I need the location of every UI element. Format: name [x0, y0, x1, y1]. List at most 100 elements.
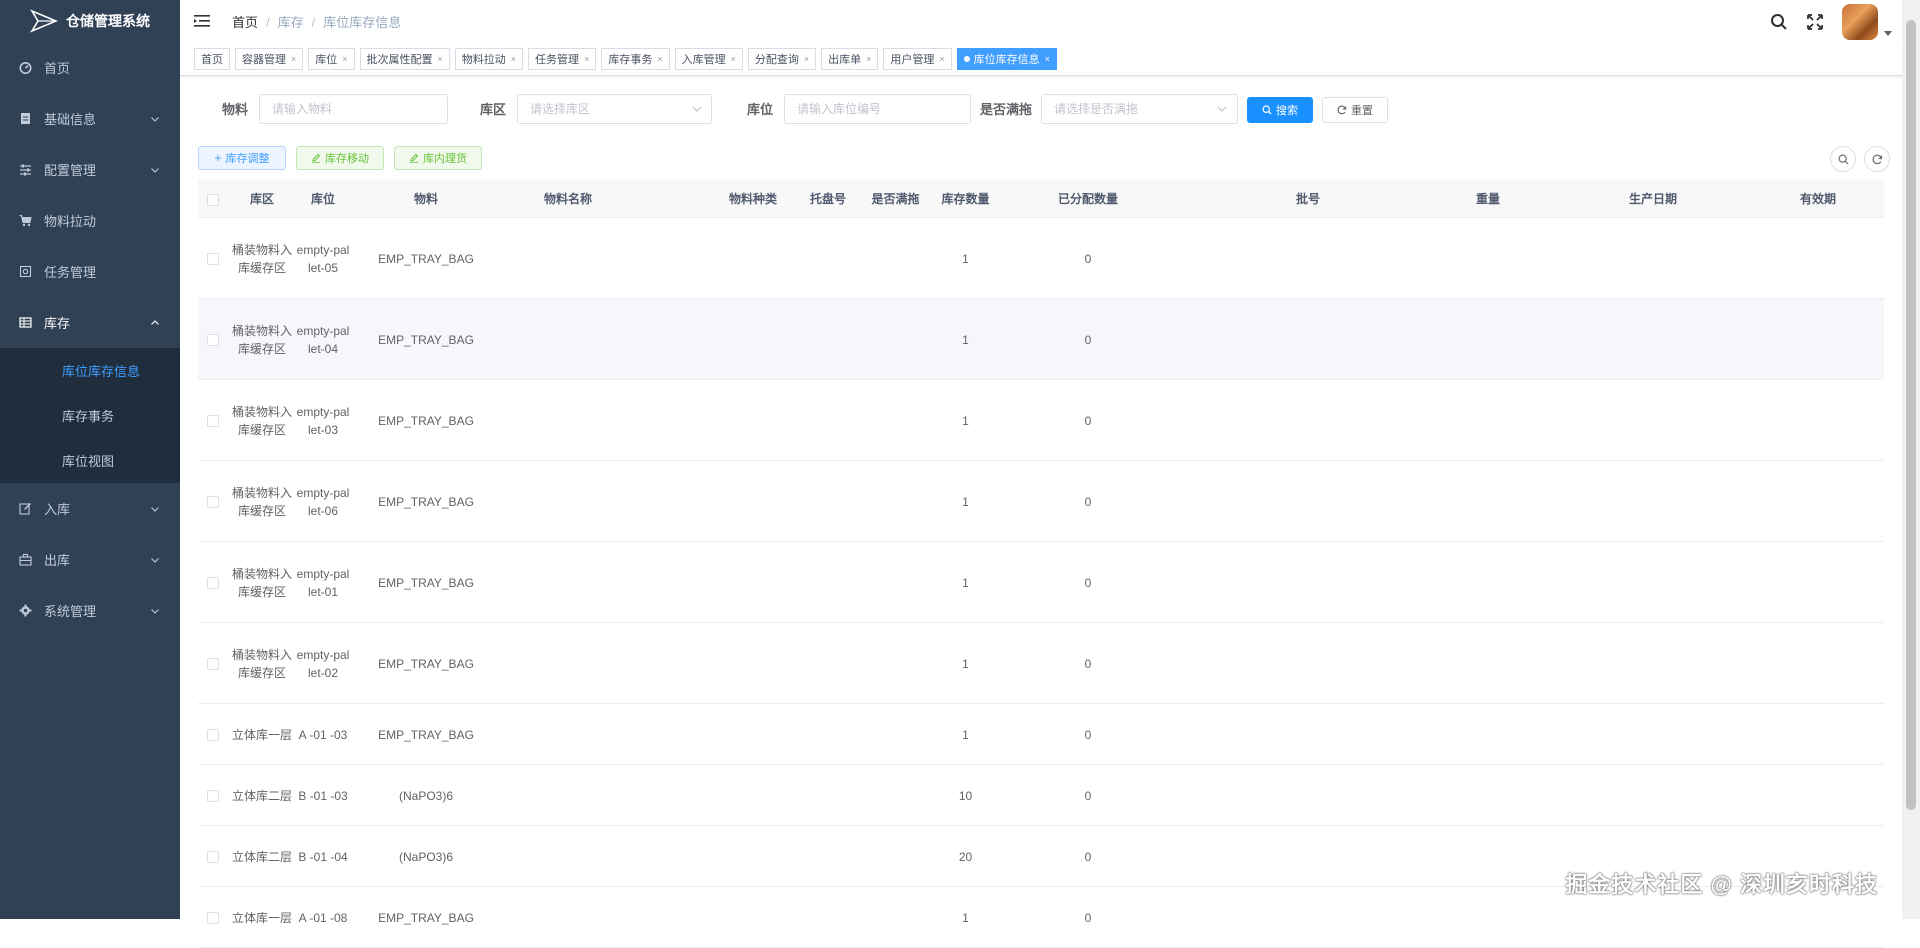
cell-material: EMP_TRAY_BAG	[378, 910, 474, 925]
table-row[interactable]: 立体库二层 B -01 -03 (NaPO3)6 10 0	[198, 765, 1884, 826]
tag-3[interactable]: 批次属性配置 ×	[359, 47, 450, 70]
close-icon[interactable]: ×	[291, 54, 296, 64]
checkbox[interactable]	[207, 576, 219, 589]
stock-move-button[interactable]: 库存移动	[296, 146, 384, 170]
row-checkbox-cell	[198, 461, 228, 542]
location-input[interactable]	[784, 94, 971, 124]
close-icon[interactable]: ×	[939, 54, 944, 64]
table-header: 库区 库位 物料 物料名称 物料种类 托盘号 是否满拖 库存数量 已分配数量 批号 重量 生产日期 有效…	[198, 180, 1884, 218]
cell-full	[863, 461, 928, 542]
hamburger-icon[interactable]	[194, 14, 210, 28]
sidebar-item-0[interactable]: 首页	[0, 42, 180, 93]
close-icon[interactable]: ×	[511, 54, 516, 64]
cell-location: empty-pallet-04	[296, 323, 350, 356]
checkbox[interactable]	[207, 193, 219, 206]
search-icon[interactable]	[1770, 13, 1788, 31]
caret-down-icon[interactable]	[1884, 29, 1892, 37]
cell-material: (NaPO3)6	[398, 788, 454, 803]
table-row[interactable]: 桶装物料入库缓存区 empty-pallet-02 EMP_TRAY_BAG 1 0	[198, 623, 1884, 704]
tag-11[interactable]: 库位库存信息 ×	[956, 47, 1057, 70]
checkbox[interactable]	[207, 333, 219, 346]
tag-8[interactable]: 分配查询 ×	[747, 47, 817, 70]
sidebar-item-7[interactable]: 出库	[0, 534, 180, 585]
cell-pallet	[798, 826, 858, 887]
chevron-up-icon	[151, 319, 159, 325]
header-material: 物料	[413, 192, 438, 206]
sidebar-item-5[interactable]: 库存	[0, 297, 180, 348]
toggle-search-button[interactable]	[1830, 146, 1856, 172]
cell-full	[863, 623, 928, 704]
checkbox[interactable]	[207, 657, 219, 670]
scrollbar-thumb[interactable]	[1906, 20, 1916, 810]
tag-6[interactable]: 库存事务 ×	[601, 47, 670, 70]
close-icon[interactable]: ×	[866, 54, 871, 64]
tag-7[interactable]: 入库管理 ×	[674, 47, 743, 70]
sidebar-item-8[interactable]: 系统管理	[0, 585, 180, 636]
tag-9[interactable]: 出库单 ×	[821, 47, 879, 70]
app-title: 仓储管理系统	[66, 13, 150, 29]
full-select[interactable]	[1041, 94, 1238, 124]
reset-button[interactable]: 重置	[1322, 97, 1388, 123]
dashboard-icon	[18, 61, 32, 75]
tag-2[interactable]: 库位 ×	[308, 47, 355, 70]
chevron-down-icon	[151, 608, 159, 614]
breadcrumb-home[interactable]: 首页	[232, 15, 258, 30]
material-input[interactable]	[259, 94, 448, 124]
tag-0[interactable]: 首页	[194, 47, 230, 70]
checkbox[interactable]	[207, 850, 219, 863]
table-row[interactable]: 桶装物料入库缓存区 empty-pallet-03 EMP_TRAY_BAG 1 0	[198, 380, 1884, 461]
sliders-icon	[18, 163, 32, 177]
zone-select[interactable]	[517, 94, 712, 124]
table-row[interactable]: 桶装物料入库缓存区 empty-pallet-01 EMP_TRAY_BAG 1 0	[198, 542, 1884, 623]
checkbox[interactable]	[207, 728, 219, 741]
cell-qty: 1	[962, 910, 969, 925]
close-icon[interactable]: ×	[657, 54, 662, 64]
refresh-button[interactable]	[1864, 146, 1890, 172]
checkbox[interactable]	[207, 789, 219, 802]
stock-pick-button[interactable]: 库内理货	[394, 146, 482, 170]
cart-icon	[18, 214, 32, 228]
submenu-item-1[interactable]: 库存事务	[0, 393, 180, 438]
close-icon[interactable]: ×	[438, 54, 443, 64]
tag-5[interactable]: 任务管理 ×	[528, 47, 597, 70]
select-all-checkbox[interactable]	[198, 180, 228, 218]
tag-1[interactable]: 容器管理 ×	[235, 47, 304, 70]
close-icon[interactable]: ×	[342, 54, 347, 64]
stock-adjust-button[interactable]: + 库存调整	[198, 146, 286, 170]
search-button[interactable]: 搜索	[1247, 97, 1313, 123]
fullscreen-icon[interactable]	[1806, 13, 1824, 31]
table-row[interactable]: 桶装物料入库缓存区 empty-pallet-05 EMP_TRAY_BAG 1 0	[198, 218, 1884, 299]
tag-4[interactable]: 物料拉动 ×	[454, 47, 524, 70]
close-icon[interactable]: ×	[584, 54, 589, 64]
close-icon[interactable]: ×	[1045, 54, 1050, 64]
navbar: 首页 / 库存 / 库位库存信息	[180, 0, 1902, 42]
checkbox[interactable]	[207, 414, 219, 427]
sidebar-item-4[interactable]: 任务管理	[0, 246, 180, 297]
app-logo[interactable]: 仓储管理系统	[0, 0, 180, 42]
zone-label: 库区	[480, 102, 507, 117]
checkbox[interactable]	[207, 252, 219, 265]
table-row[interactable]: 立体库一层 A -01 -03 EMP_TRAY_BAG 1 0	[198, 704, 1884, 765]
sidebar-item-2[interactable]: 配置管理	[0, 144, 180, 195]
checkbox[interactable]	[207, 495, 219, 508]
sidebar-item-6[interactable]: 入库	[0, 483, 180, 534]
page-scrollbar[interactable]	[1902, 0, 1920, 919]
sidebar-item-3[interactable]: 物料拉动	[0, 195, 180, 246]
table-row[interactable]: 桶装物料入库缓存区 empty-pallet-04 EMP_TRAY_BAG 1 0	[198, 299, 1884, 380]
row-checkbox-cell	[198, 299, 228, 380]
avatar[interactable]	[1842, 4, 1878, 40]
close-icon[interactable]: ×	[731, 54, 736, 64]
submenu-item-2[interactable]: 库位视图	[0, 438, 180, 483]
inventory-submenu: 库位库存信息 库存事务 库位视图	[0, 348, 180, 483]
cell-material_type	[718, 704, 788, 765]
close-icon[interactable]: ×	[804, 54, 809, 64]
table-row[interactable]: 桶装物料入库缓存区 empty-pallet-06 EMP_TRAY_BAG 1 0	[198, 461, 1884, 542]
sidebar-item-1[interactable]: 基础信息	[0, 93, 180, 144]
submenu-item-0[interactable]: 库位库存信息	[0, 348, 180, 393]
material-label: 物料	[222, 102, 249, 117]
checkbox[interactable]	[207, 911, 219, 924]
breadcrumb-level1[interactable]: 库存	[278, 15, 304, 30]
tag-10[interactable]: 用户管理 ×	[883, 47, 952, 70]
tag-label: 首页	[201, 53, 223, 66]
tag-label: 入库管理	[681, 53, 726, 66]
